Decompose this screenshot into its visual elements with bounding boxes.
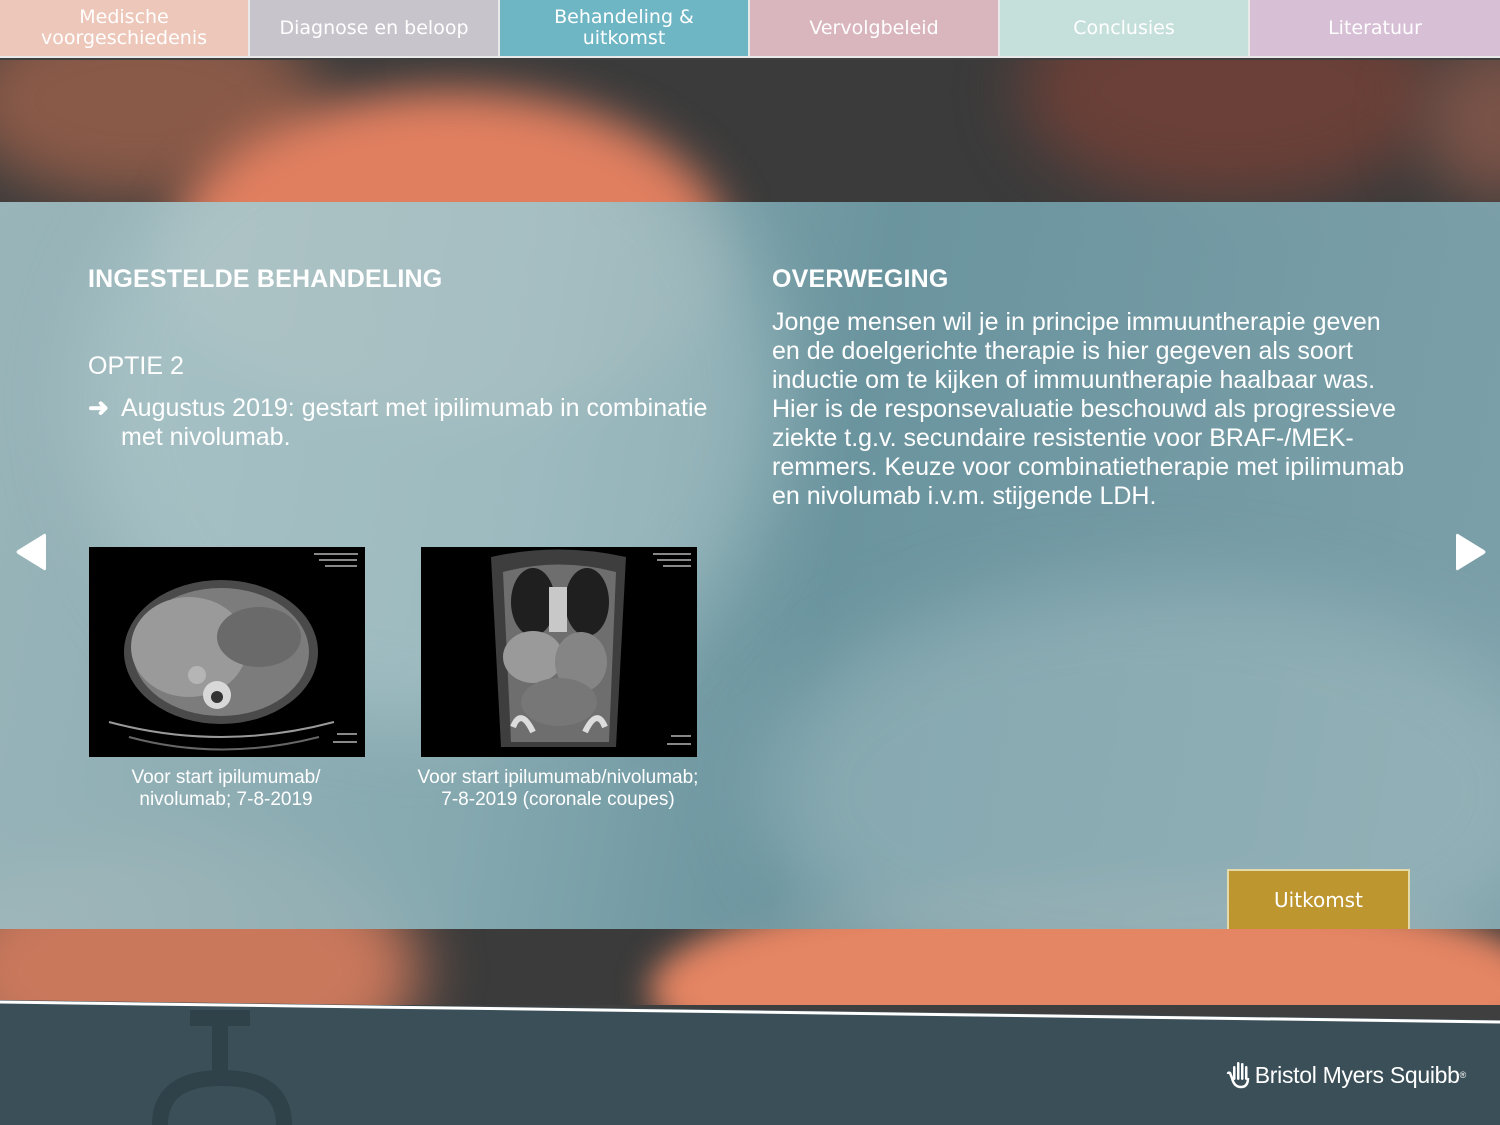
tab-vervolgbeleid[interactable]: Vervolgbeleid [750,0,1000,58]
ct-scan-axial-caption: Voor start ipilumumab/ nivolumab; 7-8-20… [66,767,386,811]
next-page-button[interactable] [1450,530,1490,574]
caption-line: nivolumab; 7-8-2019 [139,789,313,810]
treatment-heading: INGESTELDE BEHANDELING [88,265,443,293]
bms-hand-icon [1226,1062,1249,1089]
tab-label: Medische voorgeschiedenis [40,6,208,49]
triangle-right-icon [1456,533,1486,571]
brand-registered-mark: ® [1459,1070,1467,1080]
footer: Bristol Myers Squibb ® [0,1000,1500,1125]
tab-label: Diagnose en beloop [279,16,469,39]
tab-diagnose-en-beloop[interactable]: Diagnose en beloop [250,0,500,58]
tab-conclusies[interactable]: Conclusies [1000,0,1250,58]
consideration-text: Jonge mensen wil je in principe immuunth… [772,308,1405,510]
previous-page-button[interactable] [12,530,52,574]
tab-literatuur[interactable]: Literatuur [1250,0,1500,58]
caption-line: Voor start ipilumumab/nivolumab; [417,767,699,788]
option-label: OPTIE 2 [88,352,184,380]
ct-scan-coronal-image[interactable] [421,547,697,757]
tab-label: Literatuur [1328,16,1422,39]
treatment-bullet-text: Augustus 2019: gestart met ipilimumab in… [121,394,708,451]
treatment-bullet: ➜ Augustus 2019: gestart met ipilimumab … [88,394,738,452]
arrow-right-icon: ➜ [88,394,109,422]
caption-line: 7-8-2019 (coronale coupes) [441,789,675,810]
tab-label: Vervolgbeleid [809,16,939,39]
consideration-heading: OVERWEGING [772,265,949,293]
caption-line: Voor start ipilumumab/ [131,767,321,788]
brand-name: Bristol Myers Squibb [1254,1061,1460,1088]
tab-medische-voorgeschiedenis[interactable]: Medische voorgeschiedenis [0,0,250,58]
ct-scan-coronal-icon [421,547,697,757]
outcome-button[interactable]: Uitkomst [1227,869,1410,929]
ct-scan-axial-icon [89,547,365,757]
ct-scan-coronal-caption: Voor start ipilumumab/nivolumab; 7-8-201… [398,767,718,811]
tab-label: Conclusies [1073,16,1175,39]
brand-logo: Bristol Myers Squibb ® [1225,1060,1466,1090]
top-navigation: Medische voorgeschiedenis Diagnose en be… [0,0,1500,60]
tab-label: Behandeling & uitkomst [554,6,694,49]
triangle-left-icon [16,533,46,571]
content-panel: INGESTELDE BEHANDELING OPTIE 2 ➜ Augustu… [0,202,1500,929]
tab-behandeling-en-uitkomst[interactable]: Behandeling & uitkomst [500,0,750,58]
ct-scan-axial-image[interactable] [89,547,365,757]
